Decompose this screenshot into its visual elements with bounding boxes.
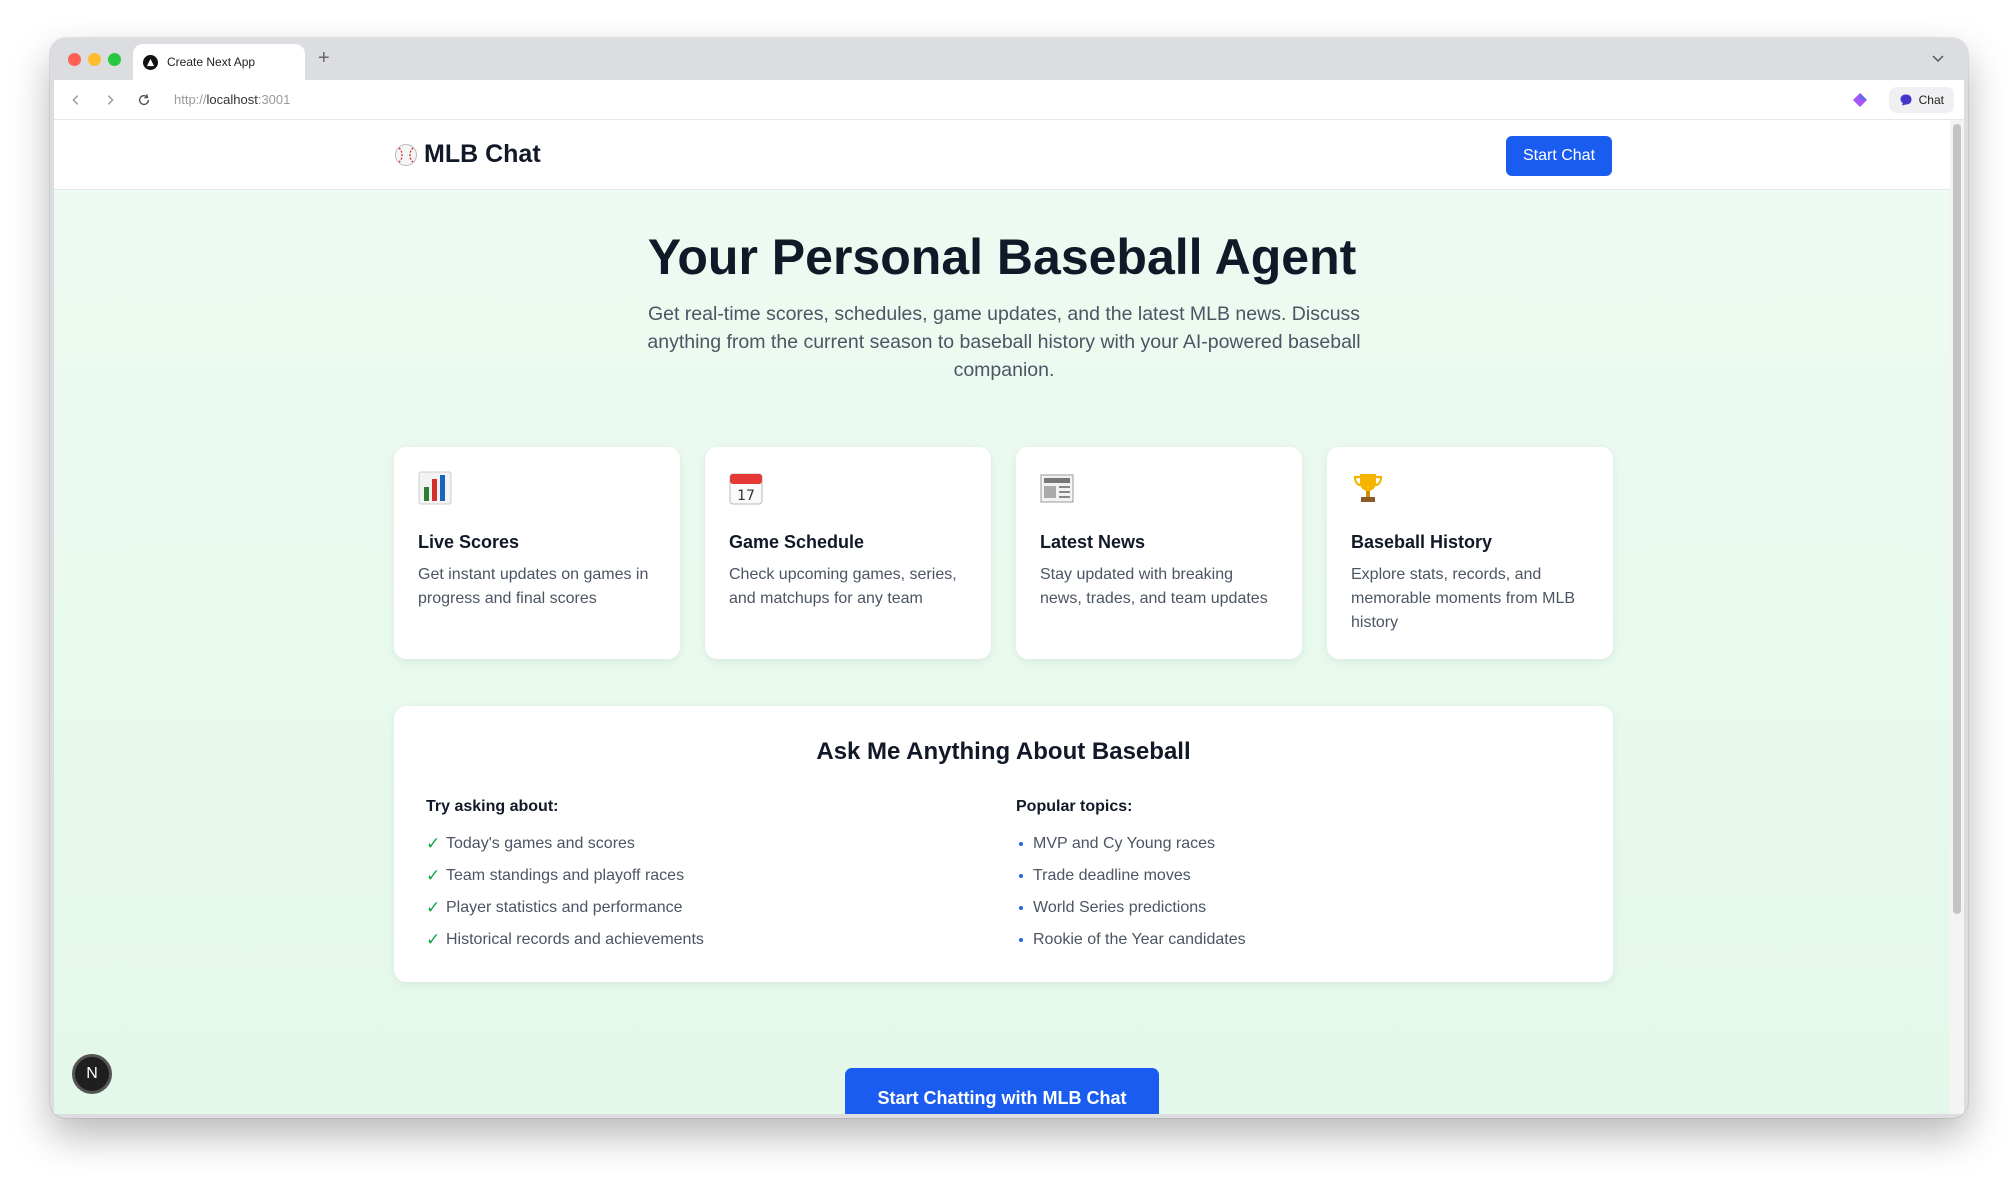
browser-tab[interactable]: Create Next App xyxy=(133,44,305,80)
bullet-icon xyxy=(1019,874,1023,878)
popular-topics-heading: Popular topics: xyxy=(1016,798,1133,815)
list-item: ✓ Today's games and scores xyxy=(426,828,704,860)
feature-description: Explore stats, records, and memorable mo… xyxy=(1351,566,1576,631)
calendar-date-text: 17 xyxy=(737,488,755,504)
list-item-label: Player statistics and performance xyxy=(446,899,683,916)
tab-title: Create Next App xyxy=(167,55,256,69)
list-item: ✓ Historical records and achievements xyxy=(426,924,704,956)
list-item-label: Historical records and achievements xyxy=(446,931,704,948)
popular-topics-column: Popular topics: MVP and Cy Young races T… xyxy=(1016,798,1246,956)
site-header: MLB Chat Start Chat xyxy=(54,120,1950,190)
start-chat-button[interactable]: Start Chat xyxy=(1506,136,1612,176)
back-arrow-icon[interactable] xyxy=(66,90,86,110)
check-icon: ✓ xyxy=(426,866,441,885)
check-icon: ✓ xyxy=(426,930,441,949)
maximize-window-button[interactable] xyxy=(108,53,121,66)
list-item-label: MVP and Cy Young races xyxy=(1033,835,1216,852)
feature-title: Game Schedule xyxy=(729,532,865,552)
bullet-icon xyxy=(1019,906,1023,910)
try-asking-heading: Try asking about: xyxy=(426,798,559,815)
check-icon: ✓ xyxy=(426,898,441,917)
hero-subtitle: Get real-time scores, schedules, game up… xyxy=(647,303,1361,381)
baseball-icon xyxy=(394,143,418,167)
minimize-window-button[interactable] xyxy=(88,53,101,66)
brand[interactable]: MLB Chat xyxy=(394,140,541,169)
calendar-icon: 17 xyxy=(729,473,763,509)
feature-card-live-scores: Live Scores Get instant updates on games… xyxy=(394,447,680,659)
scrollbar-thumb[interactable] xyxy=(1953,124,1961,914)
feature-title: Live Scores xyxy=(418,532,520,552)
browser-window: Create Next App + http://localhost:3001 … xyxy=(50,38,1968,1118)
newspaper-icon xyxy=(1040,474,1074,509)
chat-extension-button[interactable]: Chat xyxy=(1888,87,1954,113)
url-host: localhost xyxy=(206,92,258,107)
list-item: Trade deadline moves xyxy=(1016,860,1246,892)
trophy-icon xyxy=(1351,474,1385,509)
close-window-button[interactable] xyxy=(68,53,81,66)
bar-chart-icon xyxy=(418,471,452,509)
feature-description: Check upcoming games, series, and matchu… xyxy=(729,566,957,607)
hero-title: Your Personal Baseball Agent xyxy=(647,229,1357,285)
list-item-label: Trade deadline moves xyxy=(1033,867,1191,884)
list-item-label: World Series predictions xyxy=(1033,899,1207,916)
url-port: :3001 xyxy=(257,92,291,107)
feature-cards: Live Scores Get instant updates on games… xyxy=(394,447,1613,659)
tab-strip: Create Next App + xyxy=(50,38,1968,80)
scrollbar[interactable] xyxy=(1950,120,1964,1114)
ask-anything-card: Ask Me Anything About Baseball Try askin… xyxy=(394,706,1613,982)
ask-title: Ask Me Anything About Baseball xyxy=(816,738,1191,765)
feature-description: Stay updated with breaking news, trades,… xyxy=(1040,566,1268,607)
brand-name: MLB Chat xyxy=(424,140,541,168)
feature-title: Baseball History xyxy=(1351,532,1493,552)
reload-icon[interactable] xyxy=(134,90,154,110)
address-bar[interactable]: http://localhost:3001 xyxy=(174,92,290,107)
list-item: ✓ Team standings and playoff races xyxy=(426,860,704,892)
page-viewport: MLB Chat Start Chat Your Personal Baseba… xyxy=(54,120,1964,1114)
new-tab-button[interactable]: + xyxy=(318,47,330,69)
list-item-label: Team standings and playoff races xyxy=(446,867,685,884)
chat-button-label: Chat xyxy=(1918,93,1944,107)
url-scheme: http:// xyxy=(174,92,207,107)
address-toolbar: http://localhost:3001 Chat xyxy=(54,80,1964,120)
nextjs-dev-badge[interactable]: N xyxy=(72,1054,112,1094)
list-item: World Series predictions xyxy=(1016,892,1246,924)
list-item-label: Today's games and scores xyxy=(446,835,635,852)
bullet-icon xyxy=(1019,938,1023,942)
list-item: MVP and Cy Young races xyxy=(1016,828,1246,860)
feature-card-baseball-history: Baseball History Explore stats, records,… xyxy=(1327,447,1613,659)
chat-bubble-icon xyxy=(1900,94,1912,106)
chevron-down-icon[interactable] xyxy=(1930,50,1946,66)
extension-gem-icon[interactable] xyxy=(1852,92,1868,108)
check-icon: ✓ xyxy=(426,834,441,853)
nextjs-favicon-icon xyxy=(143,54,158,70)
start-chatting-button[interactable]: Start Chatting with MLB Chat xyxy=(845,1068,1159,1114)
forward-arrow-icon[interactable] xyxy=(100,90,120,110)
list-item-label: Rookie of the Year candidates xyxy=(1033,931,1246,948)
list-item: Rookie of the Year candidates xyxy=(1016,924,1246,956)
try-asking-column: Try asking about: ✓ Today's games and sco… xyxy=(426,798,704,956)
list-item: ✓ Player statistics and performance xyxy=(426,892,704,924)
feature-title: Latest News xyxy=(1040,532,1146,552)
feature-card-game-schedule: 17 Game Schedule Check upcoming games, s… xyxy=(705,447,991,659)
bullet-icon xyxy=(1019,842,1023,846)
feature-description: Get instant updates on games in progress… xyxy=(418,566,649,607)
feature-card-latest-news: Latest News Stay updated with breaking n… xyxy=(1016,447,1302,659)
